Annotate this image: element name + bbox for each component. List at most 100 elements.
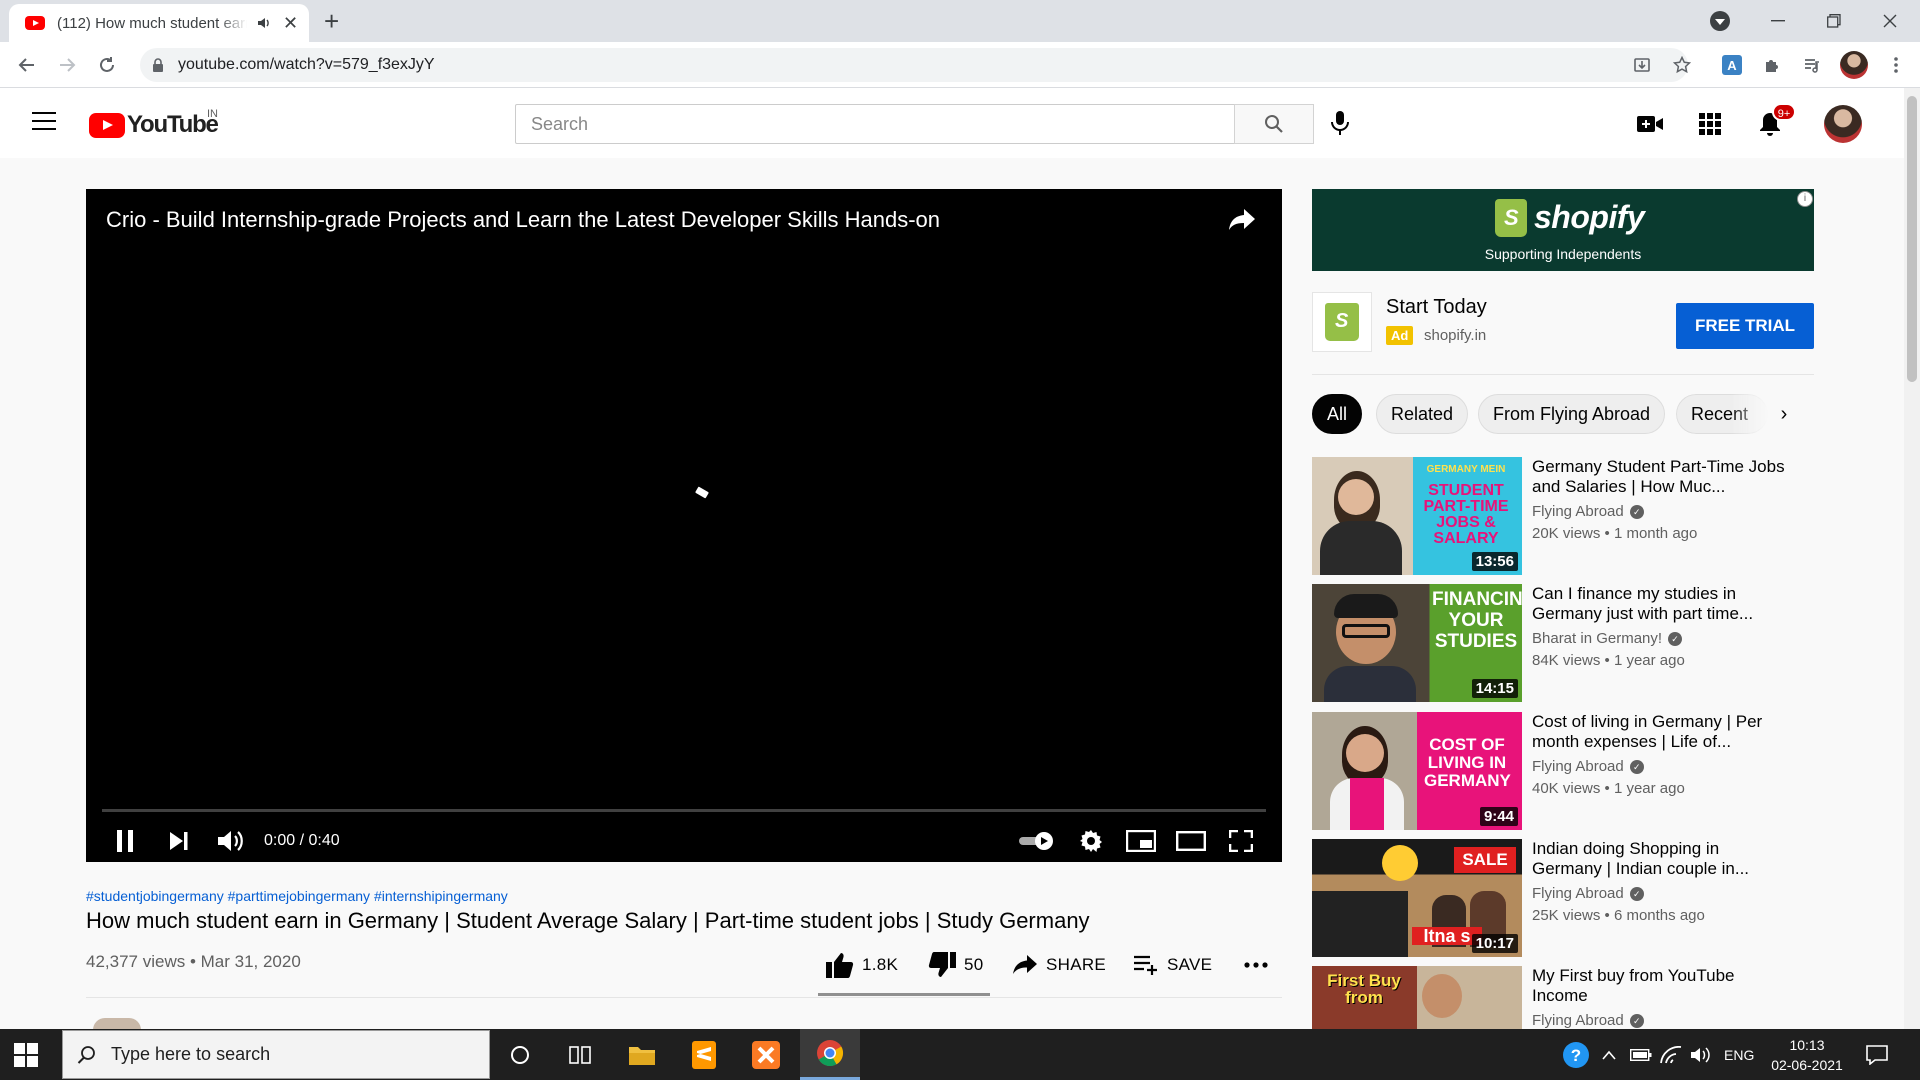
action-center-icon[interactable] [1866, 1029, 1888, 1080]
ad-card[interactable]: Start Today Ad shopify.in FREE TRIAL [1312, 292, 1814, 354]
sublime-text-icon[interactable] [674, 1029, 734, 1080]
tab-search-icon[interactable] [1710, 11, 1730, 31]
share-button[interactable]: SHARE [1012, 950, 1106, 980]
recommendation-title[interactable]: Can I finance my studies in Germany just… [1532, 584, 1792, 624]
account-avatar[interactable] [1824, 105, 1862, 143]
tab-close-icon[interactable]: ✕ [283, 13, 298, 34]
channel-name[interactable]: Flying Abroad ✓ [1532, 503, 1644, 520]
extension-translate-icon[interactable]: A [1720, 53, 1744, 77]
channel-name[interactable]: Bharat in Germany! ✓ [1532, 630, 1683, 647]
channel-name[interactable]: Flying Abroad ✓ [1532, 885, 1644, 902]
media-queue-icon[interactable] [1800, 53, 1824, 77]
dislike-button[interactable]: 50 [928, 950, 984, 980]
progress-bar[interactable] [102, 809, 1266, 812]
volume-icon[interactable] [216, 823, 246, 859]
chip-related[interactable]: Related [1376, 394, 1469, 434]
wifi-icon[interactable] [1660, 1029, 1682, 1080]
tab-audio-icon[interactable] [257, 16, 271, 30]
volume-tray-icon[interactable] [1690, 1029, 1712, 1080]
ad-banner[interactable]: shopify Supporting Independents [1312, 189, 1814, 271]
guide-menu-icon[interactable] [32, 112, 56, 132]
chrome-menu-icon[interactable] [1884, 53, 1908, 77]
input-language[interactable]: ENG [1724, 1029, 1754, 1080]
chip-all[interactable]: All [1312, 394, 1363, 434]
video-player[interactable]: Crio - Build Internship-grade Projects a… [86, 189, 1282, 862]
voice-search-icon[interactable] [1330, 110, 1350, 136]
recommendation-item[interactable]: GERMANY MEIN STUDENT PART-TIME JOBS & SA… [1312, 457, 1814, 575]
search-input[interactable] [531, 113, 1234, 135]
channel-name[interactable]: Flying Abroad ✓ [1532, 1012, 1644, 1029]
recommendation-title[interactable]: Germany Student Part-Time Jobs and Salar… [1532, 457, 1792, 497]
help-icon[interactable]: ? [1562, 1029, 1590, 1080]
profile-avatar-icon[interactable] [1840, 51, 1868, 79]
search-button[interactable] [1234, 104, 1314, 144]
verified-check-icon: ✓ [1629, 886, 1644, 901]
recommendation-item[interactable]: FINANCING YOUR STUDIES 14:15 Can I finan… [1312, 584, 1814, 702]
apps-grid-icon[interactable] [1696, 110, 1724, 138]
minimize-icon[interactable] [1750, 0, 1806, 42]
new-tab-icon[interactable]: + [324, 8, 339, 34]
youtube-logo[interactable]: YouTube IN [89, 108, 219, 139]
chip-recent[interactable]: Recent [1676, 394, 1768, 434]
notification-count-badge: 9+ [1772, 103, 1796, 121]
cortana-icon[interactable] [490, 1029, 550, 1080]
video-thumbnail[interactable]: First Buy from [1312, 966, 1522, 1029]
forward-icon[interactable] [55, 53, 79, 77]
autoplay-toggle[interactable] [1018, 823, 1056, 859]
video-thumbnail[interactable]: SALE Itna s 10:17 [1312, 839, 1522, 957]
recommendation-title[interactable]: Cost of living in Germany | Per month ex… [1532, 712, 1792, 752]
file-explorer-icon[interactable] [612, 1029, 672, 1080]
create-video-icon[interactable] [1636, 110, 1664, 138]
scrollbar-thumb[interactable] [1907, 96, 1917, 382]
youtube-masthead: YouTube IN 9+ [0, 88, 1904, 158]
search-box[interactable] [515, 104, 1235, 144]
save-button[interactable]: SAVE [1133, 950, 1212, 980]
settings-gear-icon[interactable] [1076, 823, 1106, 859]
address-bar[interactable]: youtube.com/watch?v=579_f3exJyY [140, 48, 1688, 82]
chip-from-flying-abroad[interactable]: From Flying Abroad [1478, 394, 1666, 434]
xampp-icon[interactable] [736, 1029, 796, 1080]
battery-icon[interactable] [1630, 1029, 1652, 1080]
recommendation-item[interactable]: SALE Itna s 10:17 Indian doing Shopping … [1312, 839, 1814, 957]
lock-icon[interactable] [152, 58, 164, 72]
recommendation-title[interactable]: Indian doing Shopping in Germany | India… [1532, 839, 1792, 879]
page-scrollbar[interactable] [1904, 88, 1920, 1029]
taskbar-search[interactable]: Type here to search [62, 1030, 490, 1079]
hashtags-link[interactable]: #studentjobingermany #parttimejobingerma… [86, 888, 508, 904]
taskbar-clock[interactable]: 10:13 02-06-2021 [1762, 1035, 1852, 1075]
pause-icon[interactable] [112, 823, 138, 859]
browser-tab[interactable]: (112) How much student earn ✕ [9, 4, 309, 42]
miniplayer-icon[interactable] [1124, 823, 1158, 859]
task-view-icon[interactable] [550, 1029, 610, 1080]
chrome-taskbar-icon[interactable] [800, 1029, 860, 1080]
channel-name[interactable]: Flying Abroad ✓ [1532, 758, 1644, 775]
recommendation-item[interactable]: First Buy from My First buy from YouTube… [1312, 966, 1814, 1029]
recommendation-title[interactable]: My First buy from YouTube Income [1532, 966, 1792, 1006]
reload-icon[interactable] [95, 53, 119, 77]
thumbs-down-icon [928, 952, 956, 977]
recommendation-item[interactable]: COST OF LIVING IN GERMANY 9:44 Cost of l… [1312, 712, 1814, 830]
theater-mode-icon[interactable] [1174, 823, 1208, 859]
video-thumbnail[interactable]: GERMANY MEIN STUDENT PART-TIME JOBS & SA… [1312, 457, 1522, 575]
back-icon[interactable] [15, 53, 39, 77]
video-thumbnail[interactable]: COST OF LIVING IN GERMANY 9:44 [1312, 712, 1522, 830]
tray-expand-icon[interactable] [1602, 1029, 1616, 1080]
player-share-icon[interactable] [1228, 207, 1256, 231]
fullscreen-icon[interactable] [1224, 823, 1258, 859]
video-thumbnail[interactable]: FINANCING YOUR STUDIES 14:15 [1312, 584, 1522, 702]
free-trial-button[interactable]: FREE TRIAL [1676, 303, 1814, 349]
close-window-icon[interactable] [1862, 0, 1918, 42]
like-button[interactable]: 1.8K [826, 950, 898, 980]
player-ad-title[interactable]: Crio - Build Internship-grade Projects a… [106, 207, 940, 233]
next-video-icon[interactable] [166, 823, 192, 859]
windows-start-icon[interactable] [14, 1043, 38, 1067]
ad-info-icon[interactable]: i [1797, 191, 1813, 207]
restore-icon[interactable] [1806, 0, 1862, 42]
chevron-right-icon[interactable]: › [1772, 402, 1796, 426]
more-actions-icon[interactable] [1244, 950, 1268, 980]
windows-taskbar: Type here to search ? ENG 10:13 02-06-20… [0, 1029, 1920, 1080]
bookmark-star-icon[interactable] [1670, 53, 1694, 77]
install-app-icon[interactable] [1630, 53, 1654, 77]
ad-banner-brand: shopify [1534, 199, 1645, 235]
extensions-puzzle-icon[interactable] [1760, 53, 1784, 77]
